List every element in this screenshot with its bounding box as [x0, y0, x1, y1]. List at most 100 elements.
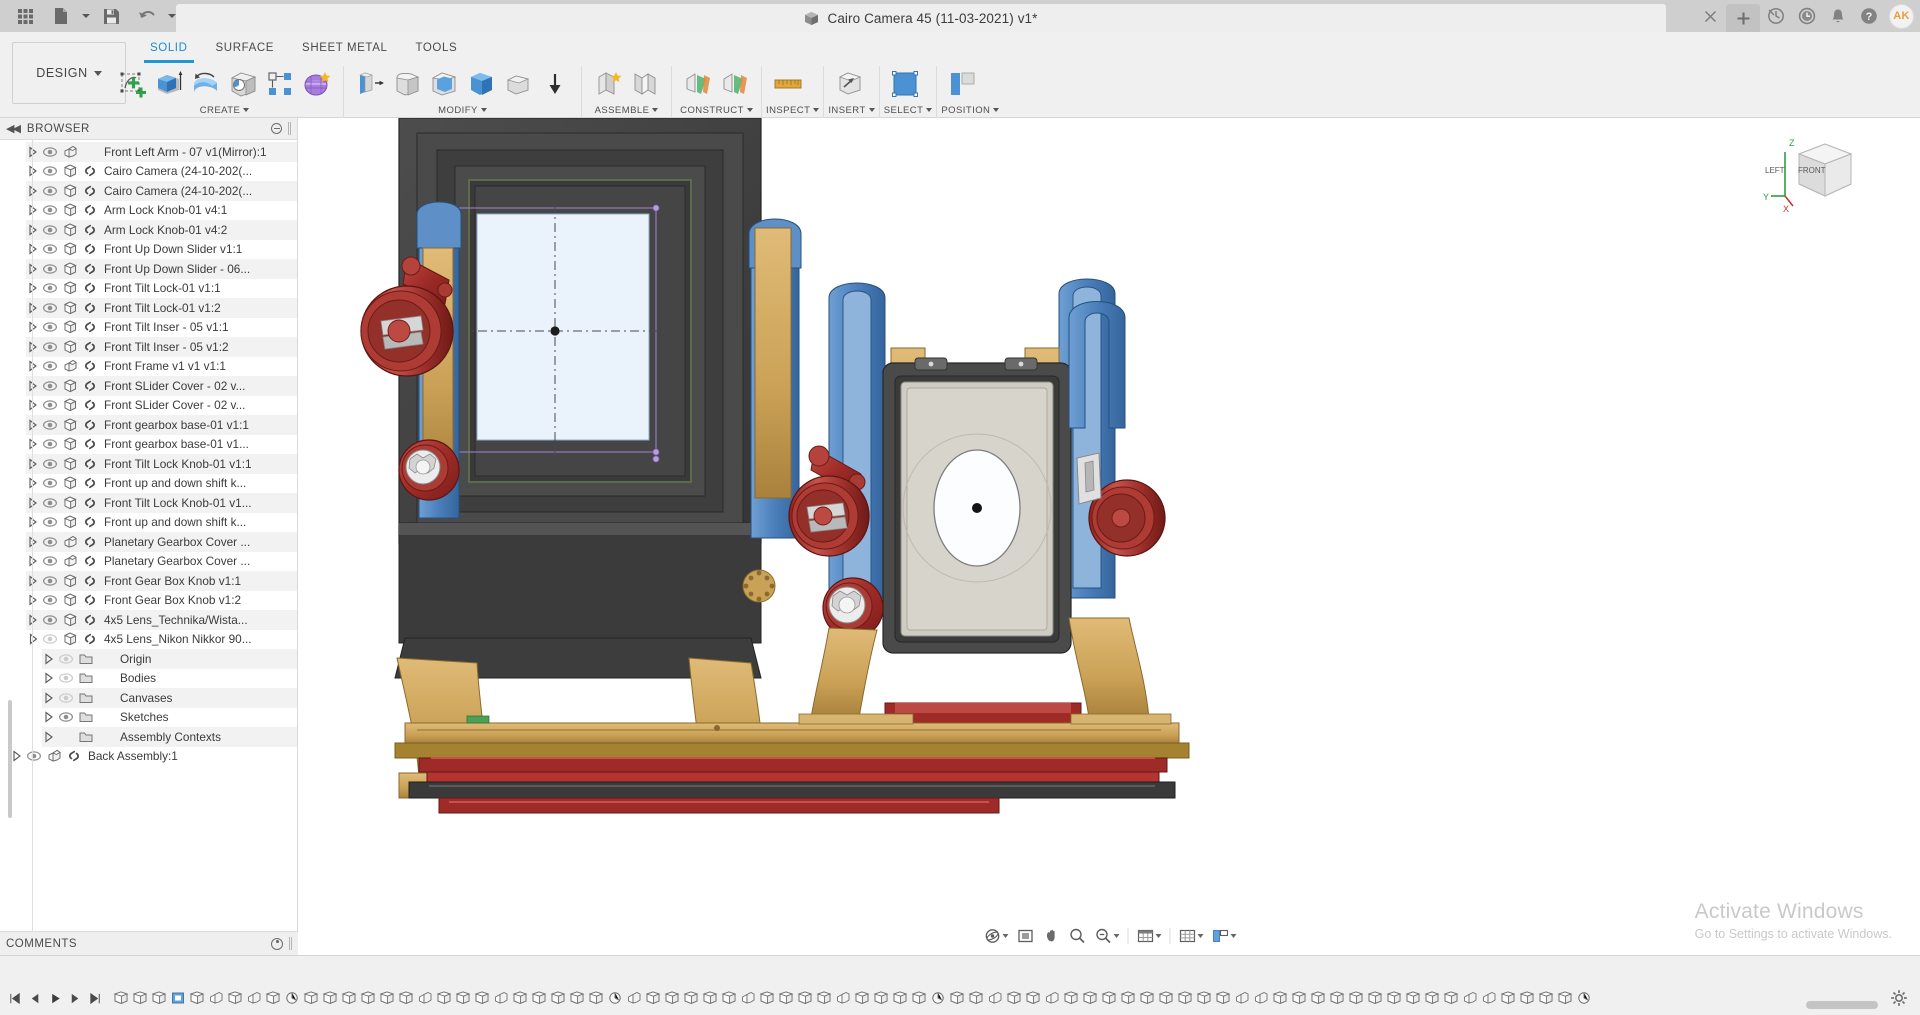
expand-triangle-icon[interactable] — [26, 454, 40, 473]
timeline-feature[interactable] — [966, 986, 985, 1010]
tree-item-row[interactable]: Front Gear Box Knob v1:1 — [26, 571, 297, 591]
expand-triangle-icon[interactable] — [42, 727, 56, 746]
ribbon-group-assemble-label[interactable]: ASSEMBLE — [586, 102, 667, 118]
timeline-settings-icon[interactable] — [1888, 987, 1910, 1009]
expand-triangle-icon[interactable] — [26, 435, 40, 454]
visibility-eye-off-icon[interactable] — [40, 630, 60, 649]
timeline-feature[interactable] — [985, 986, 1004, 1010]
expand-triangle-icon[interactable] — [26, 474, 40, 493]
timeline-feature[interactable] — [719, 986, 738, 1010]
timeline-feature[interactable] — [700, 986, 719, 1010]
expand-triangle-icon[interactable] — [26, 162, 40, 181]
timeline-feature[interactable] — [795, 986, 814, 1010]
timeline-feature[interactable] — [757, 986, 776, 1010]
expand-triangle-icon[interactable] — [26, 396, 40, 415]
timeline-feature[interactable] — [149, 986, 168, 1010]
browser-resize-grip[interactable] — [288, 122, 291, 135]
step-back-icon[interactable] — [26, 987, 45, 1009]
timeline-feature[interactable] — [396, 986, 415, 1010]
tree-item-0[interactable]: Front Left Arm - 07 v1(Mirror):1 — [0, 142, 297, 162]
tree-item-row[interactable]: Front Up Down Slider - 06... — [26, 259, 297, 279]
tree-item-20[interactable]: Planetary Gearbox Cover ... — [0, 532, 297, 552]
expand-triangle-icon[interactable] — [26, 142, 40, 161]
timeline-feature[interactable] — [434, 986, 453, 1010]
app-grid-icon[interactable] — [8, 1, 42, 31]
timeline-feature[interactable] — [662, 986, 681, 1010]
avatar[interactable]: AK — [1889, 3, 1914, 29]
ribbon-group-position-label[interactable]: POSITION — [941, 102, 1000, 118]
timeline-feature[interactable] — [1289, 986, 1308, 1010]
comments-resize-grip[interactable] — [289, 937, 292, 950]
sweep-hole-icon[interactable] — [225, 66, 261, 102]
timeline-feature[interactable] — [187, 986, 206, 1010]
grid-snaps-icon[interactable] — [1175, 924, 1206, 948]
timeline-feature[interactable] — [1061, 986, 1080, 1010]
close-tab-icon[interactable] — [1695, 1, 1725, 31]
timeline-feature[interactable] — [1213, 986, 1232, 1010]
expand-triangle-icon[interactable] — [26, 513, 40, 532]
orbit-icon[interactable] — [980, 924, 1011, 948]
timeline-feature[interactable] — [263, 986, 282, 1010]
visibility-eye-off-icon[interactable] — [56, 727, 76, 746]
visibility-eye-icon[interactable] — [40, 259, 60, 278]
new-component-icon[interactable] — [590, 66, 626, 102]
play-icon[interactable] — [46, 987, 65, 1009]
timeline-feature[interactable] — [491, 986, 510, 1010]
tree-item-27[interactable]: Bodies — [0, 669, 297, 689]
timeline-feature[interactable] — [301, 986, 320, 1010]
timeline-feature[interactable] — [1517, 986, 1536, 1010]
timeline-feature[interactable] — [415, 986, 434, 1010]
expand-triangle-icon[interactable] — [26, 376, 40, 395]
timeline-feature[interactable] — [1460, 986, 1479, 1010]
select-icon[interactable] — [888, 66, 924, 102]
tree-item-1[interactable]: Cairo Camera (24-10-202(... — [0, 162, 297, 182]
tree-item-row[interactable]: Front Tilt Inser - 05 v1:2 — [26, 337, 297, 357]
zoom-icon[interactable] — [1065, 924, 1089, 948]
tree-item-row[interactable]: Bodies — [42, 669, 297, 689]
view-cube-front-label[interactable]: FRONT — [1798, 166, 1826, 175]
timeline-feature[interactable] — [1194, 986, 1213, 1010]
scale-icon[interactable] — [500, 66, 536, 102]
create-sketch-icon[interactable] — [114, 66, 150, 102]
timeline-feature[interactable] — [1080, 986, 1099, 1010]
tab-solid[interactable]: SOLID — [136, 36, 202, 63]
timeline-feature[interactable] — [1270, 986, 1289, 1010]
timeline-feature[interactable] — [624, 986, 643, 1010]
ribbon-group-select-label[interactable]: SELECT — [884, 102, 933, 118]
tree-item-row[interactable]: Back Assembly:1 — [10, 747, 297, 767]
tree-item-2[interactable]: Cairo Camera (24-10-202(... — [0, 181, 297, 201]
tab-sheet-metal[interactable]: SHEET METAL — [288, 36, 401, 60]
visibility-eye-icon[interactable] — [56, 708, 76, 727]
tree-item-row[interactable]: Front gearbox base-01 v1:1 — [26, 415, 297, 435]
visibility-eye-off-icon[interactable] — [56, 649, 76, 668]
tree-item-9[interactable]: Front Tilt Inser - 05 v1:1 — [0, 318, 297, 338]
timeline-feature[interactable] — [320, 986, 339, 1010]
tab-surface[interactable]: SURFACE — [202, 36, 289, 60]
visibility-eye-icon[interactable] — [40, 240, 60, 259]
tree-item-row[interactable]: Arm Lock Knob-01 v4:1 — [26, 201, 297, 221]
visibility-eye-icon[interactable] — [40, 415, 60, 434]
visibility-eye-icon[interactable] — [40, 298, 60, 317]
expand-triangle-icon[interactable] — [26, 259, 40, 278]
timeline-feature[interactable] — [1536, 986, 1555, 1010]
ribbon-group-construct-label[interactable]: CONSTRUCT — [676, 102, 757, 118]
tree-item-14[interactable]: Front gearbox base-01 v1:1 — [0, 415, 297, 435]
visibility-eye-icon[interactable] — [40, 181, 60, 200]
timeline-feature[interactable] — [1156, 986, 1175, 1010]
timeline-feature[interactable] — [1099, 986, 1118, 1010]
insert-derive-icon[interactable] — [832, 66, 868, 102]
extrude-icon[interactable] — [151, 66, 187, 102]
recent-icon[interactable] — [1792, 1, 1822, 31]
timeline-feature[interactable] — [377, 986, 396, 1010]
step-forward-icon[interactable] — [66, 987, 85, 1009]
tree-item-row[interactable]: Arm Lock Knob-01 v4:2 — [26, 220, 297, 240]
zoom-fit-icon[interactable] — [1091, 924, 1122, 948]
tree-item-row[interactable]: Front Tilt Lock-01 v1:2 — [26, 298, 297, 318]
tree-item-24[interactable]: 4x5 Lens_Technika/Wista... — [0, 610, 297, 630]
job-status-icon[interactable] — [1761, 1, 1791, 31]
fillet-icon[interactable] — [389, 66, 425, 102]
timeline-feature[interactable] — [510, 986, 529, 1010]
timeline-feature[interactable] — [453, 986, 472, 1010]
visibility-eye-icon[interactable] — [40, 201, 60, 220]
tree-item-15[interactable]: Front gearbox base-01 v1... — [0, 435, 297, 455]
